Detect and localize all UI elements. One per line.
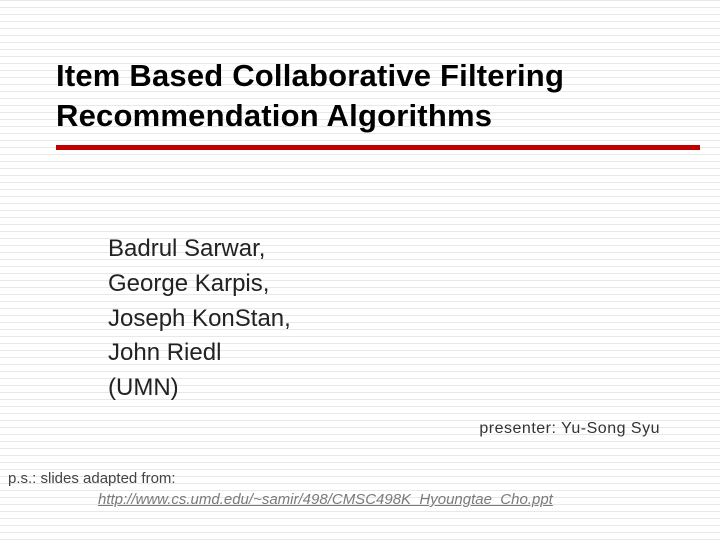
slide-title: Item Based Collaborative Filtering Recom… xyxy=(56,56,680,135)
footnote-link[interactable]: http://www.cs.umd.edu/~samir/498/CMSC498… xyxy=(98,489,700,510)
author-affiliation: (UMN) xyxy=(108,371,291,406)
author-line: George Karpis, xyxy=(108,267,291,302)
authors-block: Badrul Sarwar, George Karpis, Joseph Kon… xyxy=(108,232,291,406)
author-line: Badrul Sarwar, xyxy=(108,232,291,267)
title-line-1: Item Based Collaborative Filtering xyxy=(56,56,680,96)
footnote: p.s.: slides adapted from: http://www.cs… xyxy=(8,468,700,510)
author-line: John Riedl xyxy=(108,336,291,371)
title-underline xyxy=(56,145,700,150)
author-line: Joseph KonStan, xyxy=(108,302,291,337)
slide-content: Item Based Collaborative Filtering Recom… xyxy=(0,0,720,540)
presenter-label: presenter: Yu-Song Syu xyxy=(479,420,660,438)
footnote-label: p.s.: slides adapted from: xyxy=(8,470,176,487)
title-line-2: Recommendation Algorithms xyxy=(56,96,680,136)
